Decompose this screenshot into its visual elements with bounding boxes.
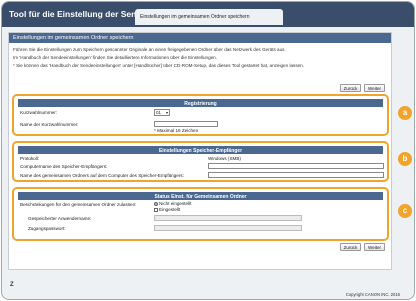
shared-folder-input[interactable]	[208, 172, 384, 178]
info-line: Führen Sie die Einstellungen zum Speiche…	[13, 47, 286, 52]
copyright-text: Copyright CANON INC. 2016	[345, 292, 400, 297]
shortcut-name-label: Name der Kurzwahlnummer:	[20, 122, 79, 127]
chevron-down-icon: ▾	[165, 110, 168, 115]
callout-a: a	[398, 106, 412, 120]
username-input[interactable]	[154, 215, 302, 221]
back-button[interactable]: Zurück	[340, 84, 361, 92]
computer-name-label: Computername des Speicher-Empfängers:	[20, 164, 108, 169]
page-subheading: Einstellungen im gemeinsamen Ordner spei…	[9, 33, 391, 43]
shortcut-number-select[interactable]: 01 ▾	[154, 109, 170, 116]
shortcut-number-label: Kurzwahlnummer:	[20, 110, 58, 115]
restriction-on-radio[interactable]: Eingestellt	[154, 207, 180, 212]
tab-shared-folder-settings[interactable]: Einstellungen im gemeinsamen Ordner spei…	[135, 9, 283, 25]
radio-selected-icon	[154, 201, 158, 206]
shortcut-number-value: 01	[156, 110, 162, 115]
callout-c: c	[398, 204, 412, 218]
registration-title: Registrierung	[18, 99, 383, 107]
next-button-bottom[interactable]: Weiter	[364, 243, 385, 251]
canon-icon: Z	[10, 282, 14, 288]
protocol-label: Protokoll:	[20, 156, 40, 161]
callout-b: b	[398, 152, 412, 166]
username-label: Gespeicherter Anwendername:	[28, 216, 92, 221]
protocol-value: Windows (SMB)	[208, 156, 241, 161]
restriction-off-radio[interactable]: Nicht eingestellt	[154, 201, 191, 206]
info-line: Im 'Handbuch der Sendeeinstellungen' fin…	[13, 55, 218, 60]
restriction-on-label: Eingestellt	[159, 207, 181, 212]
registration-section: Registrierung Kurzwahlnummer: 01 ▾ Name d…	[12, 94, 389, 136]
restriction-label: Beschränkungen für den gemeinsamen Ordne…	[20, 202, 137, 207]
title-bar: Tool für die Einstellung der Sendefunkti…	[2, 2, 414, 27]
checkbox-icon	[154, 207, 158, 212]
shared-folder-label: Name des gemeinsamen Ordners auf dem Com…	[20, 173, 184, 178]
password-input[interactable]	[154, 225, 302, 231]
top-button-row: Zurück Weiter	[340, 84, 385, 92]
settings-page: Einstellungen im gemeinsamen Ordner spei…	[8, 32, 392, 270]
status-title: Status Einst. für Gemeinsamen Ordner	[18, 192, 383, 200]
computer-name-input[interactable]	[208, 163, 384, 169]
info-text: Führen Sie die Einstellungen zum Speiche…	[9, 43, 391, 75]
restriction-off-label: Nicht eingestellt	[159, 201, 192, 206]
password-label: Zugangspasswort:	[28, 226, 66, 231]
back-button-bottom[interactable]: Zurück	[340, 243, 361, 251]
name-hint: * Maximal 16 Zeichen	[154, 128, 199, 133]
shortcut-name-input[interactable]	[154, 121, 218, 127]
status-section: Status Einst. für Gemeinsamen Ordner Bes…	[12, 187, 389, 241]
info-line: * Sie können das 'Handbuch der Sendeeins…	[13, 63, 305, 68]
bottom-button-row: Zurück Weiter	[340, 243, 385, 251]
app-window: Tool für die Einstellung der Sendefunkti…	[1, 1, 415, 300]
destination-section: Einstellungen Speicher-Empfänger Protoko…	[12, 141, 389, 182]
destination-title: Einstellungen Speicher-Empfänger	[18, 146, 383, 154]
next-button[interactable]: Weiter	[364, 84, 385, 92]
